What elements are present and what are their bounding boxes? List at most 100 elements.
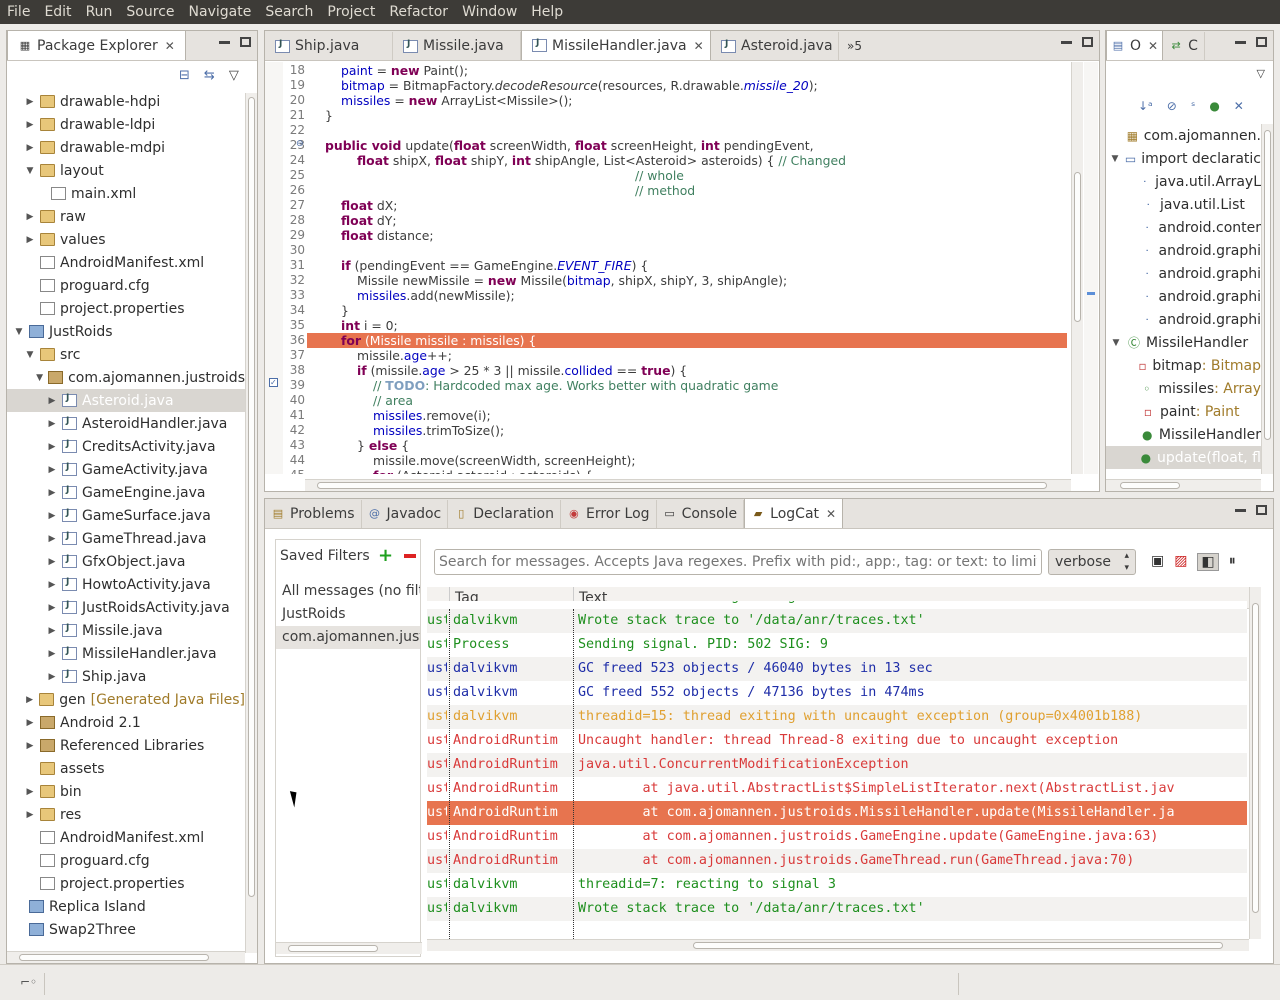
hide-static-icon[interactable]: ˢ [1191,99,1195,113]
link-with-editor-icon[interactable]: ⇆ [204,68,215,83]
view-menu-icon[interactable]: ▽ [229,68,239,83]
tree-item[interactable]: ▼ JustRoids [7,320,245,343]
tree-item[interactable]: ▶ MissileHandler.java [7,642,245,665]
maximize-icon[interactable] [1082,37,1093,47]
collapsed-arrow-icon[interactable]: ▶ [46,419,58,429]
hide-fields-icon[interactable]: ⊘ [1167,99,1177,113]
tab-asteroid-java[interactable]: Asteroid.java [711,32,839,60]
log-row[interactable]: ust dalvikvm Wrote stack trace to '/data/a… [427,609,1247,633]
code-line[interactable]: 23 public void update(float screenWidth, … [275,138,1071,153]
outline-item[interactable]: ◦ missiles : Array [1106,377,1261,400]
close-icon[interactable]: ✕ [694,39,704,53]
tab-package-explorer[interactable]: ▦ Package Explorer ✕ [7,30,186,60]
code-line[interactable]: 45 for (Asteroid asteroid : asteroids) { [275,468,1071,474]
code-line[interactable]: 21} [275,108,1071,123]
expanded-arrow-icon[interactable]: ▼ [13,327,25,337]
collapsed-arrow-icon[interactable]: ▶ [46,488,58,498]
outline-item[interactable]: ▼ ▭ import declaratic [1106,147,1261,170]
expanded-arrow-icon[interactable]: ▼ [35,373,44,383]
outline-item[interactable]: ▫ bitmap : Bitmap [1106,354,1261,377]
tree-item[interactable]: ▶ drawable-ldpi [7,113,245,136]
tree-item[interactable]: ▶ GameActivity.java [7,458,245,481]
tree-item[interactable]: ▶ GameThread.java [7,527,245,550]
log-row[interactable]: ust AndroidRuntim at java.util.AbstractLi… [427,777,1247,801]
explorer-hscroll[interactable] [7,951,245,963]
logcat-search-input[interactable] [434,549,1042,575]
code-line[interactable]: 43} else { [275,438,1071,453]
tree-item[interactable]: proguard.cfg [7,274,245,297]
log-row[interactable]: ust dalvikvm threadid=7: reacting to signa… [427,873,1247,897]
maximize-icon[interactable] [1256,505,1267,515]
menu-window[interactable]: Window [455,0,524,24]
log-row[interactable]: ust AndroidRuntim at com.ajomannen.justro… [427,849,1247,873]
tree-item[interactable]: AndroidManifest.xml [7,251,245,274]
minimize-icon[interactable] [1235,41,1246,44]
tree-item[interactable]: main.xml [7,182,245,205]
expanded-arrow-icon[interactable]: ▼ [24,350,36,360]
log-row[interactable]: ust dalvikvm GC freed 523 objects / 46040 … [427,657,1247,681]
expanded-arrow-icon[interactable]: ▼ [1110,338,1122,348]
tab-console[interactable]: ▭ Console [657,500,745,528]
tree-item[interactable]: ▶ Ship.java [7,665,245,688]
code-line[interactable]: 30 [275,243,1071,258]
collapsed-arrow-icon[interactable]: ▶ [46,511,58,521]
outline-item[interactable]: ᐧ android.conter [1106,216,1261,239]
tree-item[interactable]: assets [7,757,245,780]
menu-navigate[interactable]: Navigate [182,0,259,24]
add-filter-icon[interactable]: + [378,545,393,566]
close-icon[interactable]: ✕ [165,39,175,53]
expanded-arrow-icon[interactable]: ▼ [1110,154,1120,164]
outline-item[interactable]: ᐧ android.graphi [1106,262,1261,285]
code-line[interactable]: 19 bitmap = BitmapFactory.decodeResource(… [275,78,1071,93]
tree-item[interactable]: ▶ values [7,228,245,251]
outline-item[interactable]: ᐧ android.graphi [1106,285,1261,308]
tree-item[interactable]: ▶ Android 2.1 [7,711,245,734]
maximize-icon[interactable] [240,37,251,47]
fast-view-icon[interactable]: ⌐◦ [20,975,37,989]
logcat-hscroll[interactable] [427,939,1249,951]
scroll-lock-icon[interactable]: ◧ [1197,553,1219,571]
tree-item[interactable]: ▶ drawable-hdpi [7,90,245,113]
tree-item[interactable]: project.properties [7,297,245,320]
menu-file[interactable]: File [0,0,37,24]
code-line[interactable]: 28 float dY; [275,213,1071,228]
code-line[interactable]: 38 if (missile.age > 25 * 3 || missile.co… [275,363,1071,378]
outline-item[interactable]: ᐧ java.util.List [1106,193,1261,216]
code-line[interactable]: 37 missile.age++; [275,348,1071,363]
tree-item[interactable]: Swap2Three [7,918,245,941]
collapsed-arrow-icon[interactable]: ▶ [46,465,58,475]
collapsed-arrow-icon[interactable]: ▶ [24,143,36,153]
collapsed-arrow-icon[interactable]: ▶ [46,603,58,613]
minimize-icon[interactable] [219,41,230,44]
minimize-icon[interactable] [1061,41,1072,44]
collapsed-arrow-icon[interactable]: ▶ [24,235,36,245]
code-line[interactable]: 33 missiles.add(newMissile); [275,288,1071,303]
log-level-select[interactable]: verbose ▴ ▾ [1048,549,1136,575]
collapse-marker-icon[interactable]: ⊖ [296,139,304,149]
collapsed-arrow-icon[interactable]: ▶ [24,695,35,705]
code-line[interactable]: 41 missiles.remove(i); [275,408,1071,423]
menu-search[interactable]: Search [258,0,320,24]
outline-item[interactable]: ● update(float, fl [1106,446,1261,469]
tab-error-log[interactable]: ◉ Error Log [561,500,657,528]
log-row[interactable]: ust AndroidRuntim Uncaught handler: thread… [427,729,1247,753]
pause-icon[interactable]: ⏸ [1229,553,1236,571]
remove-filter-icon[interactable] [404,554,416,558]
code-line[interactable]: 18 paint = new Paint(); [275,63,1071,78]
editor-hscroll[interactable] [305,479,1071,491]
tab-javadoc[interactable]: @ Javadoc [362,500,449,528]
tab-call-hierarchy[interactable]: ⇄ C [1163,32,1205,60]
code-line[interactable]: 39 // TODO: Hardcoded max age. Works bett… [275,378,1071,393]
tree-item[interactable]: ▶ GameSurface.java [7,504,245,527]
log-row[interactable]: ust AndroidRuntim at com.ajomannen.justro… [427,801,1247,825]
hide-local-types-icon[interactable]: ✕ [1234,99,1244,113]
sort-icon[interactable]: ↓ᵃ [1138,99,1153,113]
tree-item[interactable]: ▶ HowtoActivity.java [7,573,245,596]
tree-item[interactable]: ▼ src [7,343,245,366]
tree-item[interactable]: AndroidManifest.xml [7,826,245,849]
tab-ship-java[interactable]: Ship.java [265,32,393,60]
code-line[interactable]: 44 missile.move(screenWidth, screenHeight… [275,453,1071,468]
logcat-vscroll[interactable] [1249,587,1261,939]
view-menu-icon[interactable]: ▽ [1257,67,1265,80]
tree-item[interactable]: ▶ GameEngine.java [7,481,245,504]
